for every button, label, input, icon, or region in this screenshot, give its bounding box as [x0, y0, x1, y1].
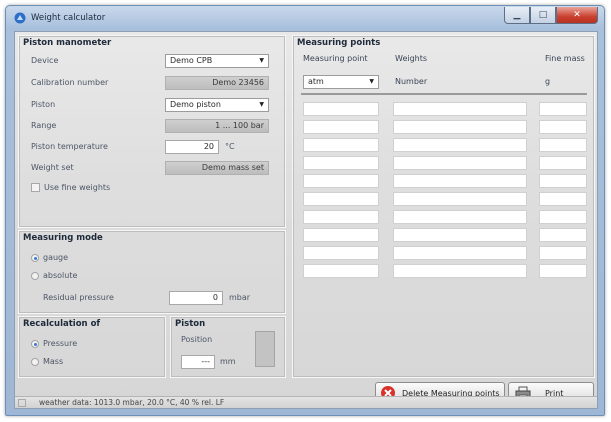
temperature-unit: °C — [225, 142, 235, 151]
range-label: Range — [31, 121, 57, 130]
fine-mass-cell[interactable] — [539, 156, 587, 170]
temperature-input[interactable]: 20 — [165, 140, 219, 154]
fine-mass-cell[interactable] — [539, 120, 587, 134]
temperature-label: Piston temperature — [31, 142, 108, 151]
weights-cell[interactable] — [393, 228, 527, 242]
weights-cell[interactable] — [393, 174, 527, 188]
measuring-point-select[interactable]: atm ▼ — [303, 75, 379, 89]
piston-position-title: Piston — [175, 319, 206, 329]
fine-mass-cell[interactable] — [539, 138, 587, 152]
position-label: Position — [181, 335, 213, 344]
gauge-radio[interactable] — [31, 254, 39, 262]
fine-mass-cell[interactable] — [539, 264, 587, 278]
recalculation-title: Recalculation of — [23, 319, 101, 329]
mass-radio[interactable] — [31, 358, 39, 366]
point-cell[interactable] — [303, 102, 379, 116]
maximize-icon: □ — [538, 10, 548, 20]
window-title: Weight calculator — [31, 13, 106, 23]
weights-cell[interactable] — [393, 138, 527, 152]
weights-cell[interactable] — [393, 192, 527, 206]
range-field: 1 ... 100 bar — [165, 119, 269, 133]
weights-subheader: Number — [395, 77, 428, 86]
weights-cell[interactable] — [393, 246, 527, 260]
calibration-label: Calibration number — [31, 78, 109, 87]
fine-weights-checkbox[interactable] — [31, 183, 40, 192]
point-cell[interactable] — [303, 120, 379, 134]
piston-manometer-title: Piston manometer — [23, 38, 112, 48]
chevron-down-icon: ▼ — [369, 78, 374, 85]
measuring-points-panel: Measuring points Measuring point Weights… — [292, 35, 595, 378]
status-grip-icon — [18, 399, 26, 407]
weights-cell[interactable] — [393, 156, 527, 170]
weights-cell[interactable] — [393, 210, 527, 224]
pressure-radio[interactable] — [31, 340, 39, 348]
status-bar: weather data: 1013.0 mbar, 20.0 °C, 40 %… — [15, 396, 597, 408]
fine-mass-cell[interactable] — [539, 174, 587, 188]
residual-pressure-label: Residual pressure — [43, 293, 114, 302]
weather-status: weather data: 1013.0 mbar, 20.0 °C, 40 %… — [39, 398, 225, 407]
weight-calculator-window: Weight calculator ▁ □ ✕ Piston manometer… — [5, 5, 605, 416]
position-unit: mm — [220, 357, 236, 366]
weights-cell[interactable] — [393, 120, 527, 134]
measuring-mode-title: Measuring mode — [23, 233, 103, 243]
chevron-down-icon: ▼ — [259, 57, 264, 64]
col-fine-mass: Fine mass — [545, 54, 585, 63]
pressure-label: Pressure — [43, 339, 78, 348]
header-divider — [301, 93, 587, 95]
point-cell[interactable] — [303, 210, 379, 224]
weights-cell[interactable] — [393, 264, 527, 278]
point-cell[interactable] — [303, 192, 379, 206]
piston-indicator — [255, 331, 275, 367]
calibration-field: Demo 23456 — [165, 76, 269, 90]
device-value: Demo CPB — [170, 56, 213, 65]
point-cell[interactable] — [303, 246, 379, 260]
chevron-down-icon: ▼ — [259, 101, 264, 108]
point-cell[interactable] — [303, 264, 379, 278]
recalculation-panel: Recalculation of Pressure Mass — [18, 316, 166, 378]
fine-mass-cell[interactable] — [539, 246, 587, 260]
fine-mass-cell[interactable] — [539, 210, 587, 224]
maximize-button[interactable]: □ — [530, 7, 556, 24]
measuring-point-value: atm — [308, 77, 324, 86]
close-icon: ✕ — [573, 10, 581, 20]
weights-cell[interactable] — [393, 102, 527, 116]
device-select[interactable]: Demo CPB ▼ — [165, 54, 269, 68]
residual-pressure-unit: mbar — [229, 293, 251, 302]
piston-select[interactable]: Demo piston ▼ — [165, 98, 269, 112]
absolute-label: absolute — [43, 271, 78, 280]
minimize-icon: ▁ — [513, 10, 521, 20]
point-cell[interactable] — [303, 156, 379, 170]
client-area: Piston manometer Device Demo CPB ▼ Calib… — [14, 31, 598, 409]
gauge-label: gauge — [43, 253, 69, 262]
device-label: Device — [31, 56, 59, 65]
position-field: --- — [181, 355, 215, 369]
point-cell[interactable] — [303, 174, 379, 188]
measuring-mode-panel: Measuring mode gauge absolute Residual p… — [18, 230, 286, 314]
col-weights: Weights — [395, 54, 428, 63]
piston-manometer-panel: Piston manometer Device Demo CPB ▼ Calib… — [18, 35, 286, 228]
window-controls: ▁ □ ✕ — [504, 7, 598, 24]
minimize-button[interactable]: ▁ — [504, 7, 530, 24]
residual-pressure-input[interactable]: 0 — [169, 291, 223, 305]
close-button[interactable]: ✕ — [556, 7, 598, 24]
col-measuring-point: Measuring point — [303, 54, 368, 63]
fine-mass-subheader: g — [545, 77, 551, 86]
measuring-points-title: Measuring points — [297, 38, 381, 48]
title-bar[interactable]: Weight calculator ▁ □ ✕ — [6, 6, 604, 31]
piston-value: Demo piston — [170, 100, 221, 109]
piston-label: Piston — [31, 100, 56, 109]
mass-label: Mass — [43, 357, 64, 366]
fine-mass-cell[interactable] — [539, 228, 587, 242]
weightset-label: Weight set — [31, 163, 74, 172]
weightset-field: Demo mass set — [165, 161, 269, 175]
absolute-radio[interactable] — [31, 272, 39, 280]
fine-mass-cell[interactable] — [539, 192, 587, 206]
fine-weights-label: Use fine weights — [44, 183, 111, 192]
app-icon — [14, 12, 26, 24]
point-cell[interactable] — [303, 138, 379, 152]
fine-mass-cell[interactable] — [539, 102, 587, 116]
piston-position-panel: Piston Position --- mm — [170, 316, 286, 378]
point-cell[interactable] — [303, 228, 379, 242]
